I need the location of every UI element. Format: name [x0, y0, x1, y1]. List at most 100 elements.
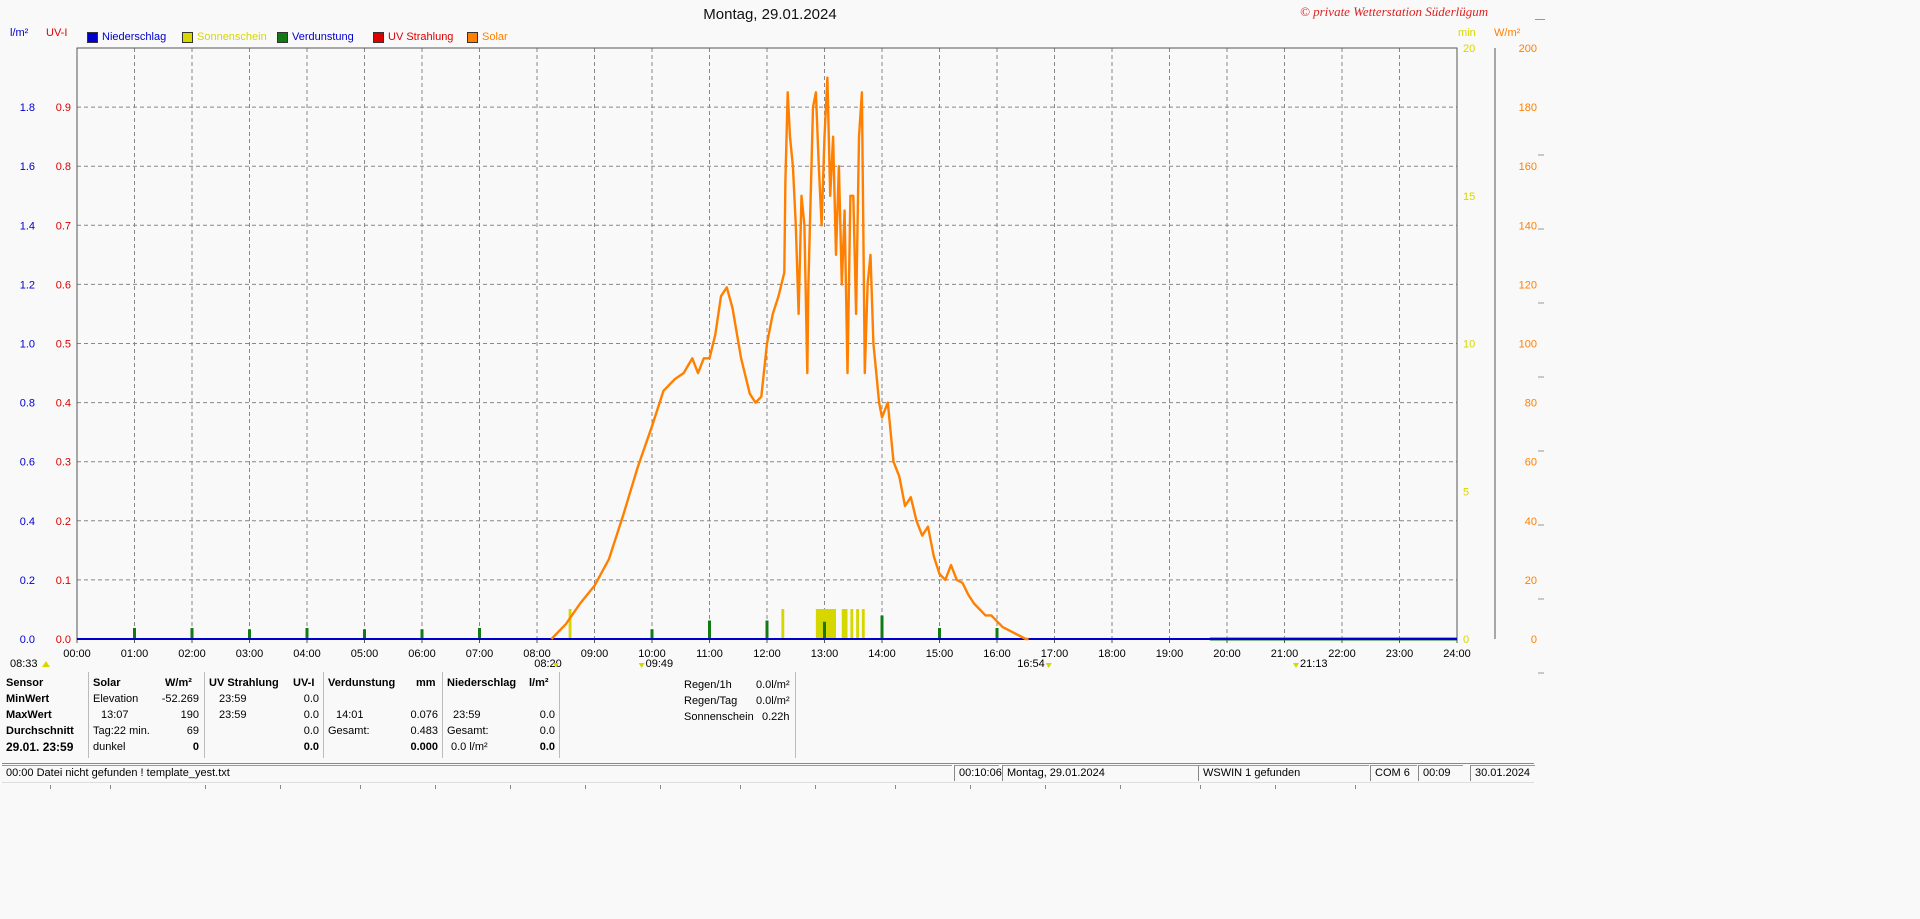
evap-max-time: 14:01	[336, 709, 364, 721]
stats-uv-column: UV Strahlung UV-I 23:59 0.0 23:59 0.0 0.…	[205, 672, 324, 758]
solar-max-value: 190	[180, 709, 199, 721]
solar-axis-tick-label: 60	[1525, 457, 1537, 469]
status-port: COM 6	[1370, 765, 1417, 781]
uv-max-time: 23:59	[219, 709, 247, 721]
left-axis-tick-label: 1.4	[20, 220, 35, 232]
marker-label: 21:13	[1300, 658, 1328, 670]
status-elapsed: 00:10:06	[954, 765, 1002, 781]
rain-1h-label: Regen/1h	[684, 679, 732, 691]
status-tick	[280, 785, 281, 789]
rain-max-value: 0.0	[539, 709, 555, 721]
uv-axis-tick-label: 0.5	[56, 339, 71, 351]
stats-rain-column: Niederschlag l/m² 23:59 0.0 Gesamt: 0.0 …	[443, 672, 560, 758]
uv-min-value: 0.0	[303, 693, 319, 705]
evap-total-label: Gesamt:	[328, 725, 370, 737]
x-axis-tick-label: 05:00	[351, 648, 379, 660]
x-axis-tick-label: 07:00	[466, 648, 494, 660]
x-axis-tick-label: 21:00	[1271, 648, 1299, 660]
rain-header: Niederschlag	[447, 677, 517, 689]
solar-min-label: Elevation	[93, 693, 139, 705]
x-axis-tick-label: 18:00	[1098, 648, 1126, 660]
evaporation-bar	[765, 620, 769, 639]
solar-header: Solar	[93, 677, 121, 689]
sunshine-bar	[781, 609, 785, 639]
marker-label: 09:49	[646, 658, 674, 670]
evaporation-bar	[995, 628, 999, 639]
status-tick	[740, 785, 741, 789]
evaporation-bar	[133, 628, 136, 639]
left-axis-tick-label: 1.2	[20, 279, 35, 291]
minutes-axis-tick-label: 15	[1463, 191, 1475, 203]
sunshine-value: 0.22h	[762, 711, 790, 723]
time-marker-icon	[638, 663, 645, 668]
status-bar: 00:00 Datei nicht gefunden ! template_ye…	[2, 763, 1535, 783]
status-tick	[585, 785, 586, 789]
uv-axis-tick-label: 0.9	[56, 102, 71, 114]
evaporation-bar	[248, 629, 251, 639]
evap-total-value: 0.483	[410, 725, 438, 737]
datetime-label: 29.01. 23:59	[6, 740, 74, 754]
rain-total-label: Gesamt:	[447, 725, 489, 737]
evaporation-bar	[823, 621, 826, 639]
rain-now-label: 0.0 l/m²	[451, 741, 488, 753]
rain-1h-value: 0.0l/m²	[756, 679, 790, 691]
left-axis-tick-label: 1.8	[20, 102, 35, 114]
status-tick	[360, 785, 361, 789]
x-axis-tick-label: 00:00	[63, 648, 91, 660]
maxwert-label: MaxWert	[6, 709, 52, 721]
time-marker-icon	[1293, 663, 1299, 668]
x-axis-tick-label: 17:00	[1041, 648, 1069, 660]
sunshine-bar	[856, 609, 859, 639]
x-axis-tick-label: 16:00	[983, 648, 1011, 660]
status-tick	[510, 785, 511, 789]
x-axis-tick-label: 02:00	[178, 648, 206, 660]
status-tick	[1045, 785, 1046, 789]
evap-now-value: 0.000	[410, 741, 438, 753]
uv-unit: UV-I	[293, 677, 315, 689]
status-tick	[1355, 785, 1356, 789]
status-tick	[1120, 785, 1121, 789]
x-axis-tick-label: 23:00	[1386, 648, 1414, 660]
solar-avg-value: 69	[186, 725, 199, 737]
minwert-label: MinWert	[6, 693, 50, 705]
left-axis-tick-label: 1.6	[20, 161, 35, 173]
solar-axis-tick-label: 20	[1525, 575, 1537, 587]
status-date: Montag, 29.01.2024	[1002, 765, 1199, 781]
solar-axis-tick-label: 100	[1519, 339, 1537, 351]
status-tick	[205, 785, 206, 789]
stats-extra-column: Regen/1h 0.0l/m² Regen/Tag 0.0l/m² Sonne…	[560, 672, 796, 758]
status-tick	[970, 785, 971, 789]
solar-axis-tick-label: 120	[1519, 279, 1537, 291]
evaporation-bar	[708, 620, 711, 639]
status-time: 00:09	[1418, 765, 1463, 781]
evaporation-bar	[363, 629, 366, 639]
status-tick	[815, 785, 816, 789]
status-tick	[1275, 785, 1276, 789]
stats-solar-column: Solar W/m² Elevation -52.269 13:07 190 T…	[89, 672, 205, 758]
solar-now-label: dunkel	[93, 741, 126, 753]
rain-now-value: 0.0	[539, 741, 555, 753]
sunshine-bar	[568, 609, 572, 639]
x-axis-tick-label: 01:00	[121, 648, 149, 660]
x-axis-tick-label: 24:00	[1443, 648, 1471, 660]
x-axis-tick-label: 14:00	[868, 648, 896, 660]
rain-max-time: 23:59	[453, 709, 481, 721]
x-axis-tick-label: 09:00	[581, 648, 609, 660]
x-axis-tick-label: 11:00	[696, 648, 723, 660]
rain-total-value: 0.0	[539, 725, 555, 737]
evap-unit: mm	[416, 677, 436, 689]
x-axis-tick-label: 20:00	[1213, 648, 1241, 660]
solar-axis-tick-label: 140	[1519, 220, 1537, 232]
weather-chart: 0.0 0.2 0.4 0.6 0.8 1.0 1.2 1.4 1.6 1.8 0.0 0.1 0.2 0…	[10, 43, 1544, 674]
evaporation-bar	[880, 615, 884, 639]
x-axis-tick-label: 12:00	[753, 648, 781, 660]
sunshine-bar	[850, 609, 854, 639]
uv-axis-tick-label: 0.7	[56, 220, 71, 232]
stats-evap-column: Verdunstung mm 14:01 0.076 Gesamt: 0.483…	[324, 672, 443, 758]
uv-axis-tick-label: 0.8	[56, 161, 71, 173]
evap-header: Verdunstung	[328, 677, 396, 689]
solar-unit: W/m²	[165, 677, 192, 689]
left-axis-tick-label: 0.4	[20, 516, 35, 528]
status-message: 00:00 Datei nicht gefunden ! template_ye…	[2, 765, 952, 781]
durchschnitt-label: Durchschnitt	[6, 725, 74, 737]
